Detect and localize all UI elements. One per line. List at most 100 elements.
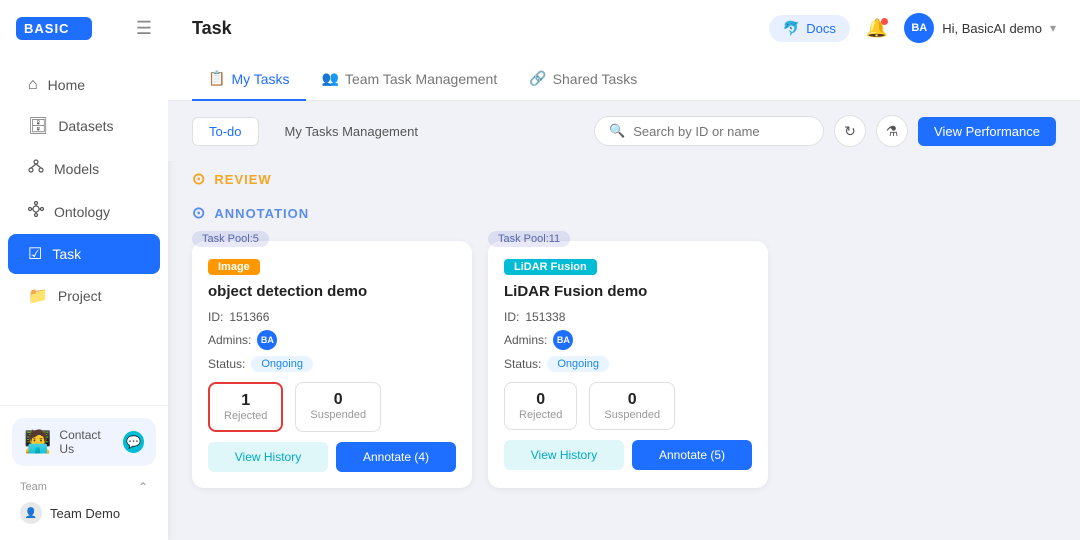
sidebar-item-label: Models <box>54 161 99 177</box>
home-icon: ⌂ <box>28 76 38 94</box>
card-title-1: LiDAR Fusion demo <box>504 283 752 300</box>
docs-label: Docs <box>806 21 836 36</box>
annotation-label: ANNOTATION <box>214 206 309 221</box>
team-label: Team <box>20 481 47 493</box>
team-avatar: 👤 <box>20 502 42 524</box>
stat-label-rejected-0: Rejected <box>224 410 267 422</box>
project-icon: 📁 <box>28 286 48 306</box>
logo: BASICAI <box>16 17 92 40</box>
stat-num-suspended-1: 0 <box>604 391 660 409</box>
card-actions-0: View History Annotate (4) <box>208 442 456 472</box>
id-label-1: ID: <box>504 310 519 324</box>
annotate-button-1[interactable]: Annotate (5) <box>632 440 752 470</box>
view-performance-button[interactable]: View Performance <box>918 117 1056 146</box>
shared-tasks-icon: 🔗 <box>529 70 546 87</box>
tab-my-tasks[interactable]: 📋 My Tasks <box>192 56 306 101</box>
user-name: Hi, BasicAI demo <box>942 21 1042 36</box>
review-section-header: ⊙ REVIEW <box>192 161 1056 195</box>
card-actions-1: View History Annotate (5) <box>504 440 752 470</box>
stats-row-0: 1 Rejected 0 Suspended <box>208 382 456 432</box>
tab-label: Shared Tasks <box>553 71 638 87</box>
annotate-button-0[interactable]: Annotate (4) <box>336 442 456 472</box>
team-chevron-icon[interactable]: ⌃ <box>138 480 148 494</box>
header: Task 🐬 Docs 🔔 BA Hi, BasicAI demo ▾ <box>168 0 1080 56</box>
contact-label: Contact Us <box>59 428 115 456</box>
stats-row-1: 0 Rejected 0 Suspended <box>504 382 752 430</box>
admins-label-1: Admins: <box>504 333 547 347</box>
hamburger-icon[interactable]: ☰ <box>136 18 152 39</box>
sidebar-item-ontology[interactable]: Ontology <box>8 191 160 232</box>
stat-label-suspended-1: Suspended <box>604 409 660 421</box>
card-meta-id-1: ID: 151338 <box>504 310 752 324</box>
view-history-button-0[interactable]: View History <box>208 442 328 472</box>
stat-suspended-1: 0 Suspended <box>589 382 675 430</box>
tasks-management-button[interactable]: My Tasks Management <box>269 118 434 145</box>
admin-avatar-0: BA <box>257 330 277 350</box>
models-icon <box>28 158 44 179</box>
sidebar-bottom: 🧑‍💻 Contact Us 💬 Team ⌃ 👤 Team Demo <box>0 405 168 540</box>
status-badge-0: Ongoing <box>251 356 313 372</box>
ontology-icon <box>28 201 44 222</box>
sidebar-logo: BASICAI ☰ <box>0 0 168 56</box>
docs-icon: 🐬 <box>783 20 800 37</box>
sections: ⊙ REVIEW ⊙ ANNOTATION Task Pool:5 Image … <box>168 161 1080 536</box>
sidebar-item-task[interactable]: ☑ Task <box>8 234 160 274</box>
stat-suspended-0: 0 Suspended <box>295 382 381 432</box>
view-history-button-1[interactable]: View History <box>504 440 624 470</box>
nav-items: ⌂ Home 🗄 Datasets Models Ontology ☑ Task… <box>0 56 168 405</box>
task-card-1: Task Pool:11 LiDAR Fusion LiDAR Fusion d… <box>488 241 768 488</box>
tabs-row: 📋 My Tasks 👥 Team Task Management 🔗 Shar… <box>168 56 1080 101</box>
sidebar-item-home[interactable]: ⌂ Home <box>8 66 160 104</box>
card-meta-status-1: Status: Ongoing <box>504 356 752 372</box>
my-tasks-icon: 📋 <box>208 70 225 87</box>
tab-label: My Tasks <box>231 71 289 87</box>
task-pool-badge-1: Task Pool:11 <box>488 231 570 247</box>
id-value-1: 151338 <box>525 310 565 324</box>
task-icon: ☑ <box>28 244 42 264</box>
task-pool-badge-0: Task Pool:5 <box>192 231 269 247</box>
main-content: Task 🐬 Docs 🔔 BA Hi, BasicAI demo ▾ 📋 My… <box>168 0 1080 540</box>
admin-avatar-1: BA <box>553 330 573 350</box>
team-task-icon: 👥 <box>322 70 339 87</box>
cards-row: Task Pool:5 Image object detection demo … <box>192 229 1056 500</box>
team-name-row[interactable]: 👤 Team Demo <box>12 498 156 528</box>
todo-button[interactable]: To-do <box>192 117 259 146</box>
sidebar-item-label: Home <box>48 77 85 93</box>
review-toggle-icon[interactable]: ⊙ <box>192 169 206 189</box>
annotation-section-header: ⊙ ANNOTATION <box>192 195 1056 229</box>
search-box: 🔍 <box>594 116 824 146</box>
docs-button[interactable]: 🐬 Docs <box>769 15 850 42</box>
sidebar-item-label: Ontology <box>54 204 110 220</box>
sidebar-item-label: Task <box>52 246 81 262</box>
contact-figure-icon: 🧑‍💻 <box>24 429 51 455</box>
user-chevron-icon: ▾ <box>1050 21 1056 35</box>
contact-us-box: 🧑‍💻 Contact Us 💬 <box>12 418 156 466</box>
tab-label: Team Task Management <box>345 71 497 87</box>
sidebar-item-label: Datasets <box>58 118 113 134</box>
stat-num-rejected-0: 1 <box>224 392 267 410</box>
team-name: Team Demo <box>50 506 120 521</box>
toolbar: To-do My Tasks Management 🔍 ↻ ⚗ View Per… <box>168 101 1080 161</box>
contact-bubble-icon[interactable]: 💬 <box>123 431 144 453</box>
user-info[interactable]: BA Hi, BasicAI demo ▾ <box>904 13 1056 43</box>
filter-button[interactable]: ⚗ <box>876 115 908 147</box>
sidebar-item-models[interactable]: Models <box>8 148 160 189</box>
stat-rejected-1: 0 Rejected <box>504 382 577 430</box>
refresh-button[interactable]: ↻ <box>834 115 866 147</box>
search-input[interactable] <box>633 124 809 139</box>
sidebar-item-datasets[interactable]: 🗄 Datasets <box>8 106 160 146</box>
tab-team-task[interactable]: 👥 Team Task Management <box>306 56 514 101</box>
sidebar-item-label: Project <box>58 288 102 304</box>
lidar-tag-badge: LiDAR Fusion <box>504 259 597 275</box>
annotation-toggle-icon[interactable]: ⊙ <box>192 203 206 223</box>
card-meta-admins-1: Admins: BA <box>504 330 752 350</box>
search-icon: 🔍 <box>609 123 625 139</box>
id-label-0: ID: <box>208 310 223 324</box>
sidebar-item-project[interactable]: 📁 Project <box>8 276 160 316</box>
image-tag-badge: Image <box>208 259 260 275</box>
card-meta-status-0: Status: Ongoing <box>208 356 456 372</box>
notification-button[interactable]: 🔔 <box>866 18 888 39</box>
tab-shared-tasks[interactable]: 🔗 Shared Tasks <box>513 56 653 101</box>
notification-dot <box>881 18 888 25</box>
card-title-0: object detection demo <box>208 283 456 300</box>
